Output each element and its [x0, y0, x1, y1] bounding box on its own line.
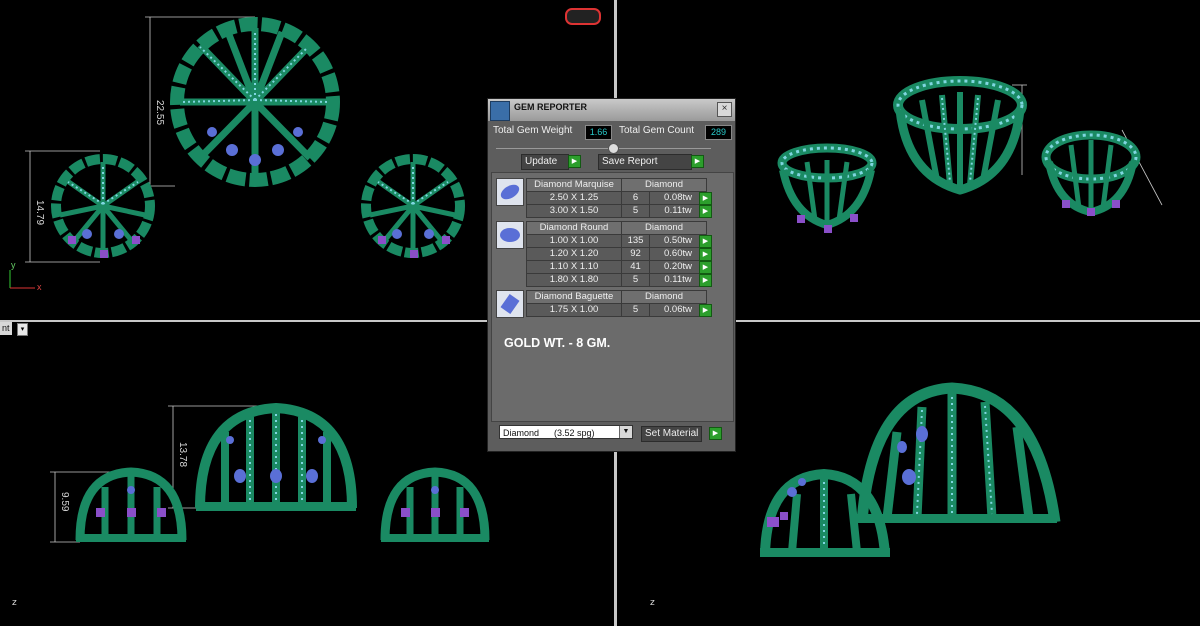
dimension-lines	[1012, 84, 1163, 206]
save-report-button[interactable]: Save Report	[598, 154, 692, 170]
gem-weight: 0.08tw	[648, 191, 708, 205]
gem-report-list[interactable]: Diamond Marquise Diamond 2.50 X 1.25 6 0…	[491, 172, 734, 422]
gem-count: 6	[621, 191, 650, 205]
dim-label-small: 9.59	[59, 492, 70, 512]
gem-weight: 0.06tw	[648, 303, 708, 317]
axis-z-label: z	[12, 598, 17, 608]
table-row[interactable]: 1.00 X 1.00 135 0.50tw	[526, 234, 708, 248]
small-pendant-top-right	[361, 154, 465, 258]
large-pendant-front	[195, 402, 357, 511]
baguette-gem-icon	[496, 290, 524, 318]
small-pendant-perspective-left	[777, 143, 877, 233]
group-material: Diamond	[621, 178, 707, 192]
small-pendant-top-left	[51, 154, 155, 258]
group-material: Diamond	[621, 290, 707, 304]
large-pendant-right	[856, 382, 1061, 523]
table-row[interactable]: 1.20 X 1.20 92 0.60tw	[526, 247, 708, 261]
gem-count: 41	[621, 260, 650, 274]
gold-weight-note: GOLD WT. - 8 GM.	[504, 336, 611, 350]
panel-title: GEM REPORTER	[514, 102, 588, 112]
close-icon[interactable]: ×	[717, 102, 732, 117]
gem-size: 1.80 X 1.80	[526, 273, 622, 287]
brand-logo	[565, 8, 601, 25]
gem-weight: 0.50tw	[648, 234, 708, 248]
gem-weight: 0.60tw	[648, 247, 708, 261]
set-material-arrow-icon[interactable]: ▶	[709, 427, 722, 440]
select-row-arrow-icon[interactable]: ▶	[699, 248, 712, 261]
marquise-table: Diamond Marquise Diamond 2.50 X 1.25 6 0…	[526, 178, 708, 218]
axis-y-label: y	[11, 260, 16, 270]
round-table: Diamond Round Diamond 1.00 X 1.00 135 0.…	[526, 221, 708, 287]
viewport-tab-dropdown-icon[interactable]: ▾	[17, 323, 28, 336]
marquise-gem-icon	[496, 178, 524, 206]
select-row-arrow-icon[interactable]: ▶	[699, 274, 712, 287]
table-row[interactable]: 3.00 X 1.50 5 0.11tw	[526, 204, 708, 218]
panel-titlebar[interactable]: GEM REPORTER ×	[488, 99, 735, 121]
gem-weight: 0.11tw	[648, 273, 708, 287]
gem-weight: 0.11tw	[648, 204, 708, 218]
round-gem-icon	[496, 221, 524, 249]
gem-reporter-panel: GEM REPORTER × Total Gem Weight 1.66 Tot…	[487, 98, 736, 452]
axis-z-label: z	[650, 598, 655, 608]
viewport-tab[interactable]: nt	[0, 322, 12, 335]
table-row[interactable]: 1.10 X 1.10 41 0.20tw	[526, 260, 708, 274]
save-report-button-label: Save Report	[602, 156, 658, 167]
dim-label-large: 22.55	[154, 100, 165, 125]
large-pendant-perspective	[893, 76, 1027, 195]
gem-count: 5	[621, 204, 650, 218]
total-gem-count-label: Total Gem Count	[619, 125, 695, 136]
select-row-arrow-icon[interactable]: ▶	[699, 205, 712, 218]
large-pendant-top	[170, 17, 340, 187]
set-material-button[interactable]: Set Material	[641, 426, 703, 442]
small-pendant-front-left	[75, 467, 187, 542]
gem-size: 1.20 X 1.20	[526, 247, 622, 261]
update-button-label: Update	[525, 156, 558, 167]
group-name: Diamond Marquise	[526, 178, 622, 192]
total-gem-weight-value: 1.66	[585, 125, 612, 140]
table-row[interactable]: 1.80 X 1.80 5 0.11tw	[526, 273, 708, 287]
panel-slider-knob[interactable]	[608, 143, 619, 154]
set-material-button-label: Set Material	[645, 428, 699, 439]
group-name: Diamond Baguette	[526, 290, 622, 304]
select-row-arrow-icon[interactable]: ▶	[699, 192, 712, 205]
select-row-arrow-icon[interactable]: ▶	[699, 261, 712, 274]
baguette-table: Diamond Baguette Diamond 1.75 X 1.00 5 0…	[526, 290, 708, 317]
gem-size: 2.50 X 1.25	[526, 191, 622, 205]
update-button[interactable]: Update	[521, 154, 569, 170]
material-select[interactable]: Diamond (3.52 spg) ▼	[499, 425, 633, 439]
select-row-arrow-icon[interactable]: ▶	[699, 235, 712, 248]
panel-slider-track[interactable]	[496, 148, 711, 149]
gem-count: 5	[621, 303, 650, 317]
dim-label-small: 14.79	[34, 200, 45, 225]
gem-size: 1.75 X 1.00	[526, 303, 622, 317]
gem-size: 3.00 X 1.50	[526, 204, 622, 218]
save-report-arrow-icon[interactable]: ▶	[691, 155, 704, 168]
dim-label-large: 13.78	[177, 442, 188, 467]
small-pendant-perspective-right	[1041, 130, 1141, 217]
select-row-arrow-icon[interactable]: ▶	[699, 304, 712, 317]
table-row[interactable]: 1.75 X 1.00 5 0.06tw	[526, 303, 708, 317]
table-row[interactable]: 2.50 X 1.25 6 0.08tw	[526, 191, 708, 205]
gem-size: 1.10 X 1.10	[526, 260, 622, 274]
axis-x-label: x	[37, 282, 42, 292]
small-pendant-front-right	[380, 467, 490, 542]
gem-count: 92	[621, 247, 650, 261]
gem-size: 1.00 X 1.00	[526, 234, 622, 248]
gem-weight: 0.20tw	[648, 260, 708, 274]
chevron-down-icon[interactable]: ▼	[619, 426, 632, 438]
axis-gizmo	[9, 270, 35, 289]
total-gem-weight-label: Total Gem Weight	[493, 125, 573, 136]
gem-count: 135	[621, 234, 650, 248]
material-select-value: Diamond (3.52 spg)	[503, 428, 595, 438]
update-arrow-icon[interactable]: ▶	[568, 155, 581, 168]
group-name: Diamond Round	[526, 221, 622, 235]
group-material: Diamond	[621, 221, 707, 235]
gem-reporter-icon	[490, 101, 510, 121]
gem-count: 5	[621, 273, 650, 287]
total-gem-count-value: 289	[705, 125, 732, 140]
